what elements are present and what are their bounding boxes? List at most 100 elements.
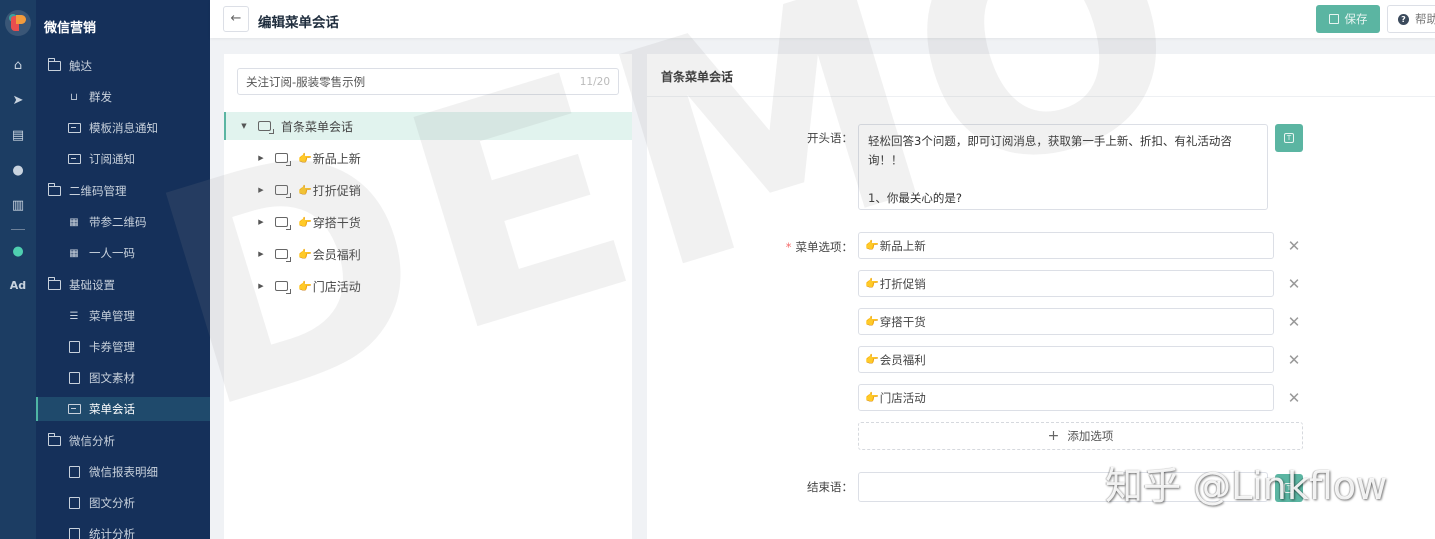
folder-icon	[47, 277, 61, 291]
nav-item-coupon-management[interactable]: 卡券管理	[36, 335, 210, 359]
option-input[interactable]: 👉 穿搭干货	[858, 308, 1274, 335]
tree-node-label: 新品上新	[312, 151, 361, 166]
save-button[interactable]: 保存	[1316, 5, 1380, 33]
chat-icon	[275, 281, 291, 294]
remove-option-icon[interactable]: ✕	[1287, 239, 1301, 254]
tree-node[interactable]: ▶ 👉 新品上新	[224, 144, 632, 172]
tree-node-root[interactable]: ▼ 首条菜单会话	[224, 112, 632, 140]
tree-node-label: 打折促销	[312, 183, 361, 198]
page-header: ← 编辑菜单会话 保存 ? 帮助	[210, 0, 1435, 38]
wechat-icon[interactable]: ●	[0, 244, 36, 260]
brand-logo[interactable]	[5, 10, 31, 36]
nav-item-template-msg[interactable]: 模板消息通知	[36, 116, 210, 140]
tree-node-label: 首条菜单会话	[281, 119, 354, 134]
nav-item-subscribe-notice[interactable]: 订阅通知	[36, 147, 210, 171]
nav-group-label: 基础设置	[69, 278, 115, 292]
session-tree-panel: 关注订阅-服装零售示例 11/20 ▼ 首条菜单会话 ▶ 👉 新品上新 ▶ 👉 打折促销…	[224, 54, 632, 539]
pointing-hand-icon: 👉	[298, 247, 312, 261]
nav-item-label: 群发	[89, 90, 112, 104]
help-button[interactable]: ? 帮助	[1387, 5, 1435, 33]
caret-right-icon[interactable]: ▶	[257, 154, 265, 162]
session-name-value: 关注订阅-服装零售示例	[246, 74, 366, 89]
session-editor-panel: 首条菜单会话 开头语： 轻松回答3个问题，即可订阅消息，获取第一手上新、折扣、有…	[647, 54, 1435, 539]
tree-node[interactable]: ▶ 👉 打折促销	[224, 176, 632, 204]
nav-item-menu-session[interactable]: 菜单会话	[36, 397, 210, 421]
nav-item-article-analytics[interactable]: 图文分析	[36, 491, 210, 515]
tree-node[interactable]: ▶ 👉 会员福利	[224, 240, 632, 268]
sidebar-nav: 微信营销 触达 ⊔ 群发 模板消息通知 订阅通知 二维码管理 ▦ 带参二维码 ▦ 一人…	[36, 0, 210, 539]
closing-textarea[interactable]	[858, 472, 1268, 502]
required-mark: *	[785, 240, 792, 254]
chat-icon	[275, 185, 291, 198]
editor-title: 首条菜单会话	[661, 70, 734, 84]
option-input[interactable]: 👉 打折促销	[858, 270, 1274, 297]
app-root: ⌂ ➤ ▤ ● ▥ ● Ad 微信营销 触达 ⊔ 群发 模板消息通知 订阅通知 二…	[0, 0, 1435, 539]
ad-icon[interactable]: Ad	[0, 278, 36, 294]
remove-option-icon[interactable]: ✕	[1287, 315, 1301, 330]
tree-node[interactable]: ▶ 👉 门店活动	[224, 272, 632, 300]
checklist-icon	[67, 528, 81, 539]
nav-item-label: 菜单会话	[89, 402, 135, 416]
chat-icon	[258, 121, 274, 134]
nav-item-report-detail[interactable]: 微信报表明细	[36, 460, 210, 484]
nav-item-label: 统计分析	[89, 527, 135, 539]
user-icon[interactable]: ●	[0, 163, 36, 179]
pointing-hand-icon: 👉	[298, 279, 312, 293]
emoji-icon: T	[1284, 483, 1294, 493]
help-label: 帮助	[1415, 12, 1435, 26]
remove-option-icon[interactable]: ✕	[1287, 277, 1301, 292]
caret-right-icon[interactable]: ▶	[257, 282, 265, 290]
back-button[interactable]: ←	[223, 6, 249, 32]
qrcode-icon: ▦	[69, 216, 79, 228]
nav-item-mass-send[interactable]: ⊔ 群发	[36, 85, 210, 109]
nav-item-menu-management[interactable]: ☰ 菜单管理	[36, 304, 210, 328]
session-name-input[interactable]: 关注订阅-服装零售示例 11/20	[237, 68, 619, 95]
caret-right-icon[interactable]: ▶	[257, 218, 265, 226]
nav-group-reach[interactable]: 触达	[36, 54, 210, 78]
pointing-hand-icon: 👉	[865, 239, 879, 252]
qrcode-icon: ▦	[69, 247, 79, 259]
home-icon[interactable]: ⌂	[0, 58, 36, 74]
opening-textarea[interactable]: 轻松回答3个问题，即可订阅消息，获取第一手上新、折扣、有礼活动咨询！！ 1、你最…	[858, 124, 1268, 210]
nav-group-wechat-analytics[interactable]: 微信分析	[36, 429, 210, 453]
pointing-hand-icon: 👉	[865, 315, 879, 328]
chat-icon	[67, 403, 81, 415]
add-option-button[interactable]: + 添加选项	[858, 422, 1303, 450]
nav-item-label: 图文分析	[89, 496, 135, 510]
pointing-hand-icon: 👉	[298, 151, 312, 165]
nav-item-label: 菜单管理	[89, 309, 135, 323]
save-label: 保存	[1344, 12, 1368, 26]
caret-right-icon[interactable]: ▶	[257, 186, 265, 194]
nav-item-article-material[interactable]: 图文素材	[36, 366, 210, 390]
nav-group-qrcode[interactable]: 二维码管理	[36, 179, 210, 203]
divider	[647, 96, 1435, 97]
layout-icon[interactable]: ▤	[0, 128, 36, 144]
closing-emoji-button[interactable]: T	[1275, 474, 1303, 502]
nav-item-statistics[interactable]: 统计分析	[36, 522, 210, 539]
option-input[interactable]: 👉 门店活动	[858, 384, 1274, 411]
nav-item-param-qrcode[interactable]: ▦ 带参二维码	[36, 210, 210, 234]
tree-node[interactable]: ▶ 👉 穿搭干货	[224, 208, 632, 236]
nav-group-basic-settings[interactable]: 基础设置	[36, 273, 210, 297]
document-icon	[67, 497, 81, 509]
send-icon[interactable]: ➤	[0, 93, 36, 109]
remove-option-icon[interactable]: ✕	[1287, 353, 1301, 368]
option-input[interactable]: 👉 新品上新	[858, 232, 1274, 259]
opening-emoji-button[interactable]: T	[1275, 124, 1303, 152]
page-title: 编辑菜单会话	[258, 15, 339, 31]
nav-item-label: 订阅通知	[89, 152, 135, 166]
nav-group-label: 触达	[69, 59, 92, 73]
chat-icon	[275, 217, 291, 230]
nav-item-label: 一人一码	[89, 246, 135, 260]
tree-node-label: 门店活动	[312, 279, 361, 294]
nav-item-label: 图文素材	[89, 371, 135, 385]
coupon-icon	[67, 341, 81, 353]
pointing-hand-icon: 👉	[865, 391, 879, 404]
caret-down-icon[interactable]: ▼	[240, 122, 248, 130]
bar-chart-icon[interactable]: ▥	[0, 198, 36, 214]
nav-item-personal-qrcode[interactable]: ▦ 一人一码	[36, 241, 210, 265]
caret-right-icon[interactable]: ▶	[257, 250, 265, 258]
remove-option-icon[interactable]: ✕	[1287, 391, 1301, 406]
closing-label: 结束语：	[807, 480, 853, 494]
option-input[interactable]: 👉 会员福利	[858, 346, 1274, 373]
